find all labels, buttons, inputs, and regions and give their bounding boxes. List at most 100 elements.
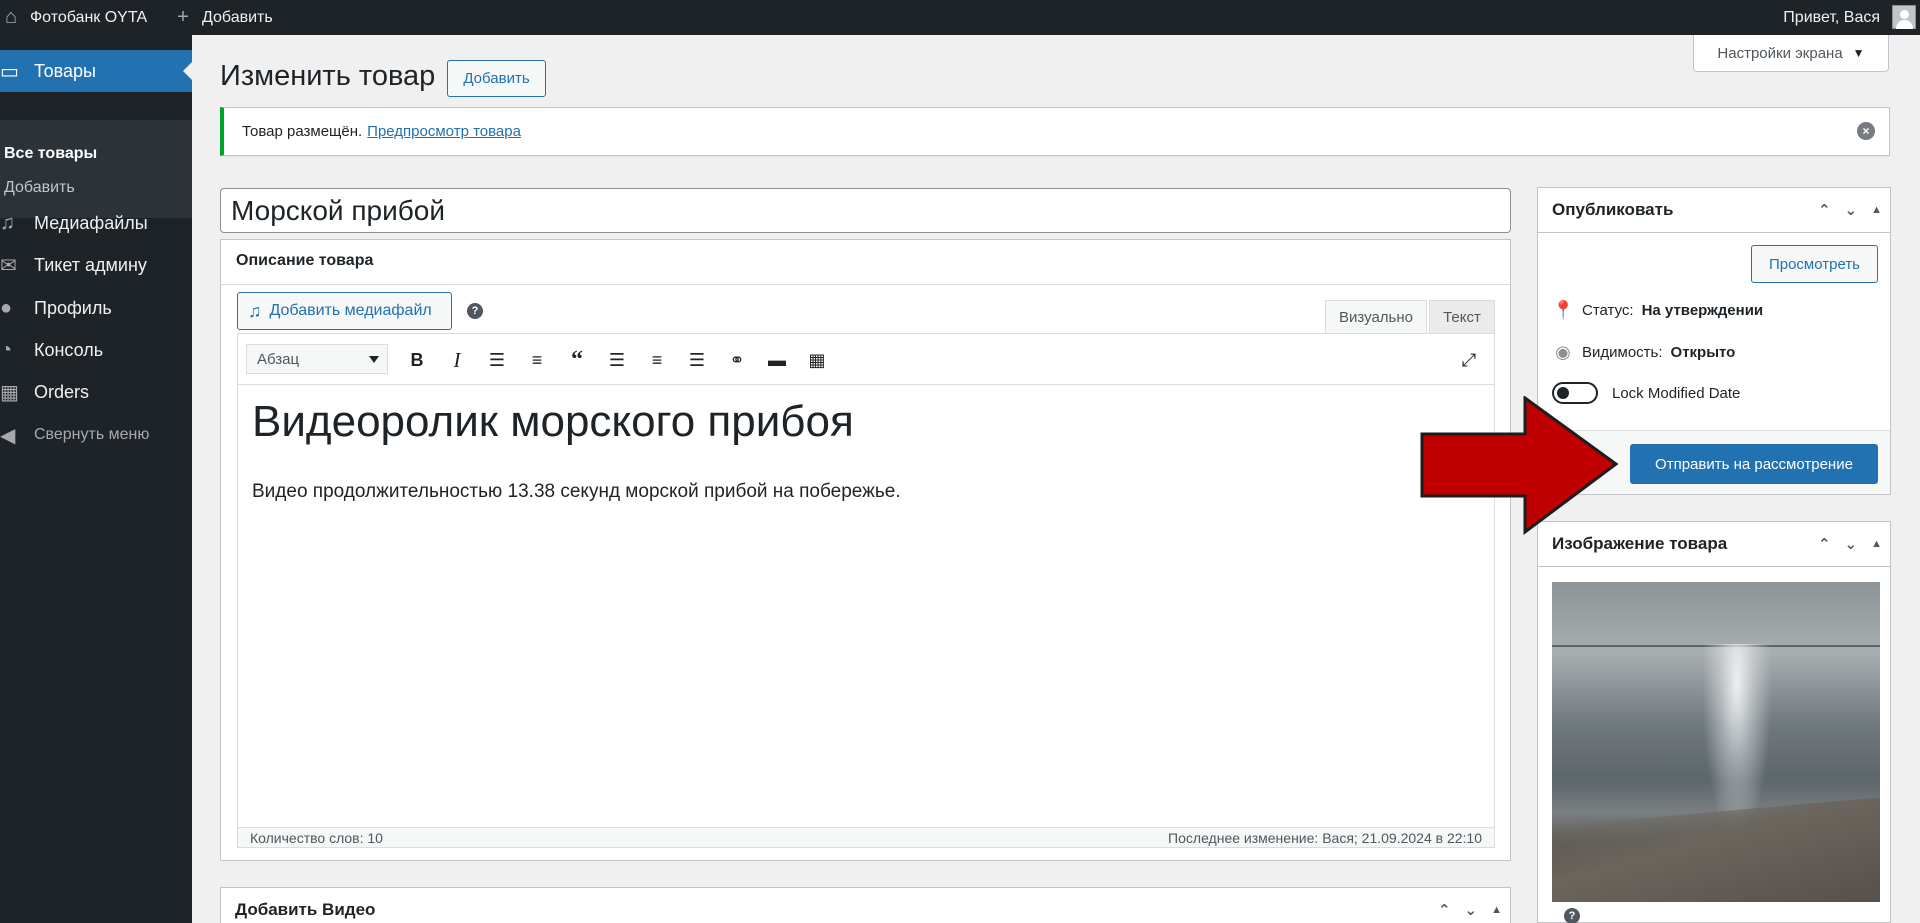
submenu-add[interactable]: Добавить (4, 179, 75, 197)
image-box-title: Изображение товара (1552, 534, 1728, 553)
media-icon: ♫ (0, 211, 15, 234)
site-name: Фотобанк OYTA (30, 8, 148, 26)
add-media-label: Добавить медиафайл (269, 302, 432, 319)
read-more-icon[interactable]: ▬ (762, 345, 792, 375)
eye-icon: ◉ (1555, 342, 1571, 362)
sidebar-item-label: Товары (34, 60, 96, 81)
envelope-icon: ✉ (0, 254, 17, 277)
dismiss-icon[interactable]: × (1857, 122, 1875, 140)
account-link[interactable]: Привет, Вася (1783, 0, 1880, 35)
add-video-box: Добавить Видео ⌃ ⌄ ▲ (220, 887, 1511, 923)
shoreline (1552, 795, 1880, 902)
screen-options-toggle[interactable]: Настройки экрана ▼ (1693, 35, 1889, 72)
site-name-link[interactable]: ⌂ Фотобанк OYTA (0, 0, 147, 35)
help-icon[interactable]: ? (467, 303, 483, 319)
success-notice: Товар размещён. Предпросмотр товара × (220, 107, 1890, 156)
preview-product-link[interactable]: Предпросмотр товара (367, 123, 521, 140)
submenu-all-products[interactable]: Все товары (4, 145, 97, 163)
editor-toolbar: Абзац B I ☰ ≡ “ ☰ ≡ ☰ ⚭ ▬ ▦ ⤢ (237, 333, 1495, 385)
product-image-thumbnail[interactable] (1552, 582, 1880, 902)
chevron-up-icon[interactable]: ⌃ (1818, 201, 1831, 219)
caret-down-icon (369, 356, 379, 363)
blockquote-icon[interactable]: “ (562, 345, 592, 375)
bold-icon[interactable]: B (402, 345, 432, 375)
submit-for-review-button[interactable]: Отправить на рассмотрение (1630, 444, 1878, 484)
status-value: На утверждении (1641, 302, 1764, 319)
add-media-button[interactable]: ♫ Добавить медиафайл (237, 292, 452, 330)
product-image-box: Изображение товара ⌃ ⌄ ▲ ? (1537, 521, 1891, 923)
collapse-icon: ◀ (0, 424, 16, 447)
post-title-input[interactable]: Морской прибой (220, 188, 1511, 233)
bullet-list-icon[interactable]: ☰ (482, 345, 512, 375)
pin-icon: 📍 (1552, 300, 1575, 320)
sidebar-item-label: Консоль (34, 339, 104, 360)
sidebar-item-orders[interactable]: ▦ Orders (0, 371, 192, 413)
chevron-down-icon[interactable]: ⌄ (1845, 535, 1858, 553)
preview-button[interactable]: Просмотреть (1751, 245, 1878, 283)
content-heading: Видеоролик морского прибоя (252, 397, 854, 446)
align-right-icon[interactable]: ☰ (682, 345, 712, 375)
sidebar-item-dashboard[interactable]: ◔ Консоль (0, 329, 192, 371)
fullscreen-icon[interactable]: ⤢ (1454, 345, 1484, 375)
plus-icon: + (177, 6, 189, 28)
notice-text: Товар размещён. (242, 123, 363, 140)
editor-section-label: Описание товара (236, 252, 374, 269)
new-content-link[interactable]: + Добавить (172, 0, 273, 35)
screen-options-label: Настройки экрана (1717, 44, 1843, 62)
numbered-list-icon[interactable]: ≡ (522, 345, 552, 375)
sidebar-item-label: Профиль (34, 297, 112, 318)
box-handle-actions: ⌃ ⌄ ▲ (1818, 188, 1882, 232)
italic-icon[interactable]: I (442, 345, 472, 375)
divider (221, 284, 1510, 285)
red-arrow-annotation (1420, 396, 1619, 535)
media-icon: ♫ (248, 300, 262, 321)
help-icon[interactable]: ? (1564, 908, 1580, 923)
sidebar-item-media[interactable]: ♫ Медиафайлы (0, 202, 192, 244)
editor-status-bar: Количество слов: 10 Последнее изменение:… (237, 827, 1495, 848)
greeting-text: Привет, Вася (1783, 8, 1880, 26)
chevron-down-icon[interactable]: ⌄ (1845, 201, 1858, 219)
chevron-up-icon[interactable]: ⌃ (1818, 535, 1831, 553)
format-value: Абзац (257, 350, 300, 368)
sidebar-item-label: Orders (34, 381, 90, 402)
visibility-label: Видимость: (1582, 344, 1663, 361)
format-select[interactable]: Абзац (246, 344, 388, 374)
page-title: Изменить товар (220, 60, 436, 92)
user-icon: ● (0, 296, 13, 319)
status-label: Статус: (1582, 302, 1634, 319)
sidebar-item-profile[interactable]: ● Профиль (0, 287, 192, 329)
editor-content-area[interactable]: Видеоролик морского прибоя Видео продолж… (237, 385, 1495, 827)
store-icon: ▦ (0, 381, 19, 404)
sidebar-item-products[interactable]: ▭ Товары (0, 50, 192, 92)
align-left-icon[interactable]: ☰ (602, 345, 632, 375)
dashboard-icon: ◔ (0, 338, 13, 361)
tab-text[interactable]: Текст (1429, 300, 1495, 333)
add-new-button[interactable]: Добавить (447, 60, 546, 97)
align-center-icon[interactable]: ≡ (642, 345, 672, 375)
visibility-row: ◉ Видимость: Открыто (1552, 342, 1735, 363)
chevron-down-icon[interactable]: ⌄ (1465, 901, 1478, 919)
toggle-panel-icon[interactable]: ▲ (1491, 904, 1502, 916)
toggle-panel-icon[interactable]: ▲ (1871, 538, 1882, 550)
video-box-header: Добавить Видео ⌃ ⌄ ▲ (221, 888, 1510, 923)
home-icon: ⌂ (4, 6, 18, 28)
tab-visual[interactable]: Визуально (1325, 300, 1427, 333)
box-handle-actions: ⌃ ⌄ ▲ (1438, 888, 1502, 923)
admin-bar: ⌂ Фотобанк OYTA + Добавить Привет, Вася (0, 0, 1920, 35)
new-content-label: Добавить (202, 8, 273, 26)
toggle-panel-icon[interactable]: ▲ (1871, 204, 1882, 216)
avatar[interactable] (1892, 5, 1916, 29)
sidebar-item-label: Тикет админу (34, 254, 147, 275)
toolbar-toggle-icon[interactable]: ▦ (802, 345, 832, 375)
sidebar-item-ticket[interactable]: ✉ Тикет админу (0, 244, 192, 286)
collapse-menu-button[interactable]: ◀ Свернуть меню (0, 414, 192, 456)
archive-icon: ▭ (0, 60, 19, 83)
publish-box-title: Опубликовать (1552, 200, 1674, 219)
link-icon[interactable]: ⚭ (722, 345, 752, 375)
description-editor: Описание товара ♫ Добавить медиафайл ? В… (220, 239, 1511, 861)
word-count: Количество слов: 10 (250, 830, 383, 846)
chevron-up-icon[interactable]: ⌃ (1438, 901, 1451, 919)
content-paragraph: Видео продолжительностью 13.38 секунд мо… (252, 481, 901, 502)
status-row: 📍 Статус: На утверждении (1552, 300, 1763, 321)
lock-modified-label: Lock Modified Date (1612, 384, 1741, 402)
